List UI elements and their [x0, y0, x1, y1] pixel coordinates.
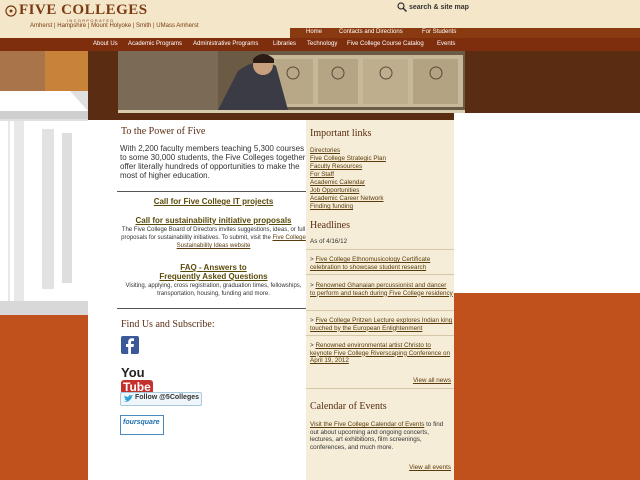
side-panel: Important links Directories Five College… [306, 120, 454, 480]
news-item: > Five College Pritzen Lecture explores … [310, 317, 453, 332]
topnav-for-students[interactable]: For Students [422, 29, 456, 35]
site-logo[interactable]: FIVE COLLEGES [19, 2, 148, 19]
right-orange-column [454, 113, 640, 480]
link-faculty-resources[interactable]: Faculty Resources [310, 163, 362, 170]
link-academic-calendar[interactable]: Academic Calendar [310, 179, 365, 186]
divider [306, 274, 454, 275]
news-item: > Renowned Ghanaian percussionist and da… [310, 282, 453, 297]
calendar-link[interactable]: Visit the Five College Calendar of Event… [310, 421, 424, 428]
power-text: With 2,200 faculty members teaching 5,30… [120, 144, 306, 180]
view-all-news-link[interactable]: View all news [413, 377, 451, 384]
top-nav-bar-extension [474, 28, 640, 38]
calendar-text: Visit the Five College Calendar of Event… [310, 421, 453, 451]
mainnav-about-us[interactable]: About Us [93, 41, 118, 47]
mainnav-technology[interactable]: Technology [307, 41, 337, 47]
find-us-title: Find Us and Subscribe: [121, 319, 215, 330]
important-links-title: Important links [310, 128, 372, 139]
news-link-1[interactable]: Five College Ethnomusicology Certificate… [310, 256, 430, 271]
news-item: > Renowned environmental artist Christo … [310, 342, 451, 364]
news-link-2[interactable]: Renowned Ghanaian percussionist and danc… [310, 282, 453, 297]
search-label: search & site map [408, 3, 469, 11]
news-item: > Five College Ethnomusicology Certifica… [310, 256, 431, 271]
link-finding-funding[interactable]: Finding funding [310, 203, 353, 210]
link-strategic-plan[interactable]: Five College Strategic Plan [310, 155, 386, 162]
power-title: To the Power of Five [121, 126, 206, 137]
calendar-title: Calendar of Events [310, 401, 387, 412]
faq-link-line2[interactable]: Frequently Asked Questions [117, 272, 310, 281]
mainnav-course-catalog[interactable]: Five College Course Catalog [347, 41, 424, 47]
divider [306, 249, 454, 250]
topnav-home[interactable]: Home [306, 29, 322, 35]
member-colleges: Amherst | Hampshire | Mount Holyoke | Sm… [30, 23, 199, 29]
search-icon [397, 2, 407, 12]
search-link[interactable]: search & site map [397, 2, 469, 12]
link-job-opportunities[interactable]: Job Opportunities [310, 187, 359, 194]
divider [306, 335, 454, 336]
divider [117, 308, 310, 309]
faq-text: Visiting, applying, cross registration, … [125, 283, 302, 297]
news-link-3[interactable]: Five College Pritzen Lecture explores In… [310, 317, 452, 332]
banner-photo-strip [118, 110, 465, 113]
link-directories[interactable]: Directories [310, 147, 340, 154]
headlines-title: Headlines [310, 220, 350, 231]
it-projects-link[interactable]: Call for Five College IT projects [117, 197, 310, 206]
foursquare-icon[interactable]: foursquare [120, 415, 164, 435]
mainnav-libraries[interactable]: Libraries [273, 41, 296, 47]
twitter-follow-label: Follow @5Colleges [135, 394, 200, 401]
foursquare-label: foursquare [123, 419, 160, 426]
divider [117, 191, 310, 192]
divider [306, 388, 454, 389]
facebook-icon[interactable] [121, 336, 139, 354]
mainnav-administrative-programs[interactable]: Administrative Programs [193, 41, 258, 47]
logo-mark-icon [5, 5, 17, 17]
banner-photo [118, 51, 465, 110]
link-for-staff[interactable]: For Staff [310, 171, 334, 178]
youtube-icon[interactable]: YouTube [121, 365, 163, 394]
link-academic-career-network[interactable]: Academic Career Network [310, 195, 384, 202]
topnav-contacts[interactable]: Contacts and Directions [339, 29, 403, 35]
mainnav-academic-programs[interactable]: Academic Programs [128, 41, 182, 47]
sustainability-text: The Five College Board of Directors invi… [117, 226, 310, 250]
building-columns-image [0, 51, 88, 480]
news-link-4[interactable]: Renowned environmental artist Christo to… [310, 342, 450, 364]
divider [306, 310, 454, 311]
mainnav-events[interactable]: Events [437, 41, 455, 47]
sustainability-link[interactable]: Call for sustainability initiative propo… [117, 216, 310, 225]
headlines-date: As of 4/16/12 [310, 238, 348, 245]
twitter-icon [124, 395, 133, 402]
twitter-follow-button[interactable]: Follow @5Colleges [120, 392, 202, 406]
view-all-events-link[interactable]: View all events [409, 464, 451, 471]
faq-link-line1[interactable]: FAQ - Answers to [117, 263, 310, 272]
